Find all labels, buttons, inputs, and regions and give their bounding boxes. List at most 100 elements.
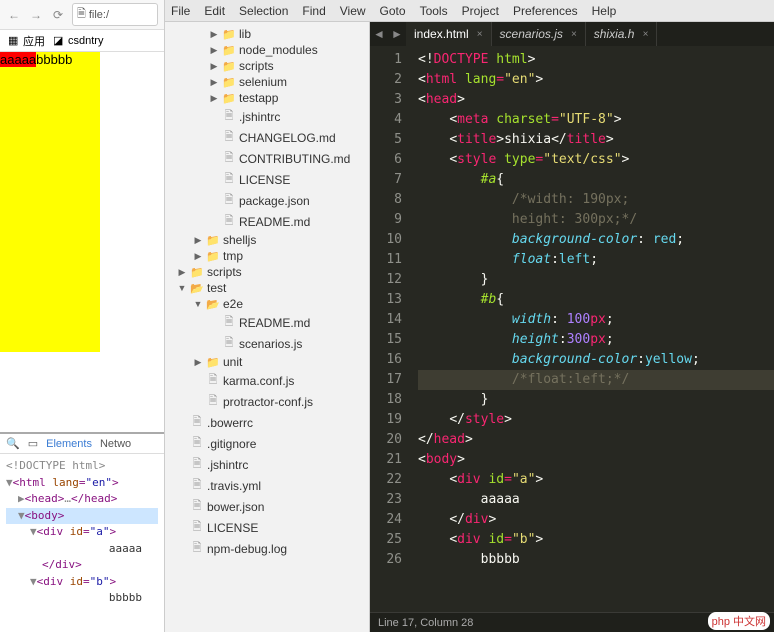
code-line[interactable]: <body> (418, 450, 774, 470)
tree-item[interactable]: protractor-conf.js (165, 391, 369, 412)
code-line[interactable]: <!DOCTYPE html> (418, 50, 774, 70)
code-content[interactable]: <!DOCTYPE html><html lang="en"><head> <m… (410, 46, 774, 612)
tree-item[interactable]: LICENSE (165, 169, 369, 190)
code-line[interactable]: width: 100px; (418, 310, 774, 330)
elements-tab[interactable]: Elements (46, 438, 92, 450)
tree-item[interactable]: .bowerrc (165, 412, 369, 433)
tree-item[interactable]: .travis.yml (165, 475, 369, 496)
device-icon[interactable]: ▭ (28, 437, 38, 450)
tree-item[interactable]: ▶testapp (165, 90, 369, 106)
tree-item[interactable]: ▶shelljs (165, 232, 369, 248)
code-line[interactable]: <div id="a"> (418, 470, 774, 490)
close-icon[interactable]: × (571, 29, 577, 40)
menu-goto[interactable]: Goto (380, 4, 406, 18)
tree-item-label: test (207, 281, 226, 295)
close-icon[interactable]: × (642, 29, 648, 40)
network-tab[interactable]: Netwo (100, 438, 131, 450)
code-line[interactable]: bbbbb (418, 550, 774, 570)
tree-item[interactable]: CONTRIBUTING.md (165, 148, 369, 169)
file-tree[interactable]: ▶lib▶node_modules▶scripts▶selenium▶testa… (165, 22, 370, 632)
code-line[interactable]: background-color: red; (418, 230, 774, 250)
code-line[interactable]: <head> (418, 90, 774, 110)
tree-item[interactable]: CHANGELOG.md (165, 127, 369, 148)
code-line[interactable]: </div> (418, 510, 774, 530)
tree-item[interactable]: npm-debug.log (165, 538, 369, 559)
tree-item[interactable]: package.json (165, 190, 369, 211)
tab-next-icon[interactable]: ► (388, 22, 406, 46)
code-line[interactable]: /*width: 190px; (418, 190, 774, 210)
menu-file[interactable]: File (171, 4, 190, 18)
file-icon (222, 107, 236, 126)
tree-item[interactable]: ▶lib (165, 26, 369, 42)
inspect-icon[interactable]: 🔍 (6, 437, 20, 450)
code-line[interactable]: </head> (418, 430, 774, 450)
code-line[interactable]: } (418, 390, 774, 410)
tree-item[interactable]: ▶tmp (165, 248, 369, 264)
tree-item[interactable]: .jshintrc (165, 454, 369, 475)
tab-prev-icon[interactable]: ◄ (370, 22, 388, 46)
menu-selection[interactable]: Selection (239, 4, 288, 18)
menu-edit[interactable]: Edit (204, 4, 225, 18)
menu-view[interactable]: View (340, 4, 366, 18)
code-line[interactable]: <style type="text/css"> (418, 150, 774, 170)
menu-preferences[interactable]: Preferences (513, 4, 578, 18)
editor-tab[interactable]: index.html× (406, 22, 492, 46)
tree-item[interactable]: ▼test (165, 280, 369, 296)
tree-item[interactable]: ▼e2e (165, 296, 369, 312)
code-line[interactable]: #a{ (418, 170, 774, 190)
tree-item[interactable]: ▶scripts (165, 58, 369, 74)
menu-tools[interactable]: Tools (420, 4, 448, 18)
tree-item[interactable]: LICENSE (165, 517, 369, 538)
tree-item[interactable]: bower.json (165, 496, 369, 517)
tree-item[interactable]: ▶selenium (165, 74, 369, 90)
disclosure-icon: ▶ (193, 251, 203, 262)
code-line[interactable]: height: 300px;*/ (418, 210, 774, 230)
dom-tree[interactable]: <!DOCTYPE html> ▼<html lang="en"> ▶<head… (0, 454, 164, 611)
code-line[interactable]: <title>shixia</title> (418, 130, 774, 150)
code-line[interactable]: <meta charset="UTF-8"> (418, 110, 774, 130)
csdntry-bookmark[interactable]: ◪csdntry (53, 35, 103, 47)
folder-icon (206, 297, 220, 311)
code-line[interactable]: /*float:left;*/ (418, 370, 774, 390)
menu-find[interactable]: Find (302, 4, 325, 18)
code-line[interactable]: aaaaa (418, 490, 774, 510)
apps-bookmark[interactable]: ▦应用 (8, 33, 45, 49)
editor-tab[interactable]: scenarios.js× (492, 22, 586, 46)
tree-item[interactable]: .gitignore (165, 433, 369, 454)
code-line[interactable]: <html lang="en"> (418, 70, 774, 90)
reload-button[interactable]: ⟳ (50, 7, 66, 23)
div-b: bbbbb (0, 52, 100, 352)
code-editor[interactable]: 1234567891011121314151617181920212223242… (370, 46, 774, 612)
watermark: php 中文网 (708, 612, 770, 630)
code-line[interactable]: height:300px; (418, 330, 774, 350)
code-line[interactable]: </style> (418, 410, 774, 430)
menu-bar: File Edit Selection Find View Goto Tools Projec… (165, 0, 774, 22)
code-line[interactable]: } (418, 270, 774, 290)
address-bar[interactable]: 🗎 file:/ (72, 3, 158, 26)
folder-icon (222, 43, 236, 57)
tree-item[interactable]: ▶scripts (165, 264, 369, 280)
code-line[interactable]: float:left; (418, 250, 774, 270)
disclosure-icon: ▶ (193, 357, 203, 368)
tree-item[interactable]: .jshintrc (165, 106, 369, 127)
tree-item[interactable]: scenarios.js (165, 333, 369, 354)
close-icon[interactable]: × (477, 29, 483, 40)
tree-item[interactable]: README.md (165, 211, 369, 232)
back-button[interactable]: ← (6, 7, 22, 23)
code-line[interactable]: <div id="b"> (418, 530, 774, 550)
tree-item[interactable]: README.md (165, 312, 369, 333)
menu-help[interactable]: Help (592, 4, 617, 18)
forward-button[interactable]: → (28, 7, 44, 23)
tree-item[interactable]: ▶node_modules (165, 42, 369, 58)
menu-project[interactable]: Project (462, 4, 499, 18)
tree-item-label: CONTRIBUTING.md (239, 152, 350, 166)
tree-item[interactable]: ▶unit (165, 354, 369, 370)
tree-item-label: shelljs (223, 233, 256, 247)
code-line[interactable]: background-color:yellow; (418, 350, 774, 370)
tree-item[interactable]: karma.conf.js (165, 370, 369, 391)
tree-item-label: README.md (239, 316, 310, 330)
editor-tab[interactable]: shixia.h× (586, 22, 658, 46)
file-icon (190, 518, 204, 537)
disclosure-icon: ▶ (209, 93, 219, 104)
code-line[interactable]: #b{ (418, 290, 774, 310)
